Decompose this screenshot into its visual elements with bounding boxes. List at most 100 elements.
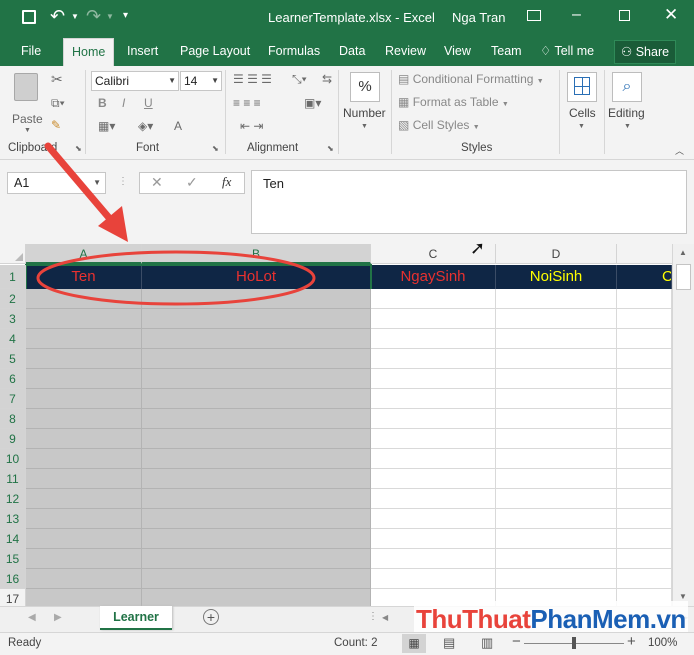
tab-view[interactable]: View — [444, 36, 471, 66]
grid-cell[interactable] — [496, 489, 617, 509]
column-header-d[interactable]: D — [496, 244, 617, 264]
cancel-icon[interactable]: ✕ — [151, 174, 163, 191]
grid-cell[interactable] — [496, 349, 617, 369]
copy-icon[interactable]: ⧉▾ — [51, 96, 65, 110]
grid-cell[interactable] — [142, 349, 371, 369]
grid-cell[interactable] — [617, 429, 672, 449]
row-header[interactable]: 3 — [0, 309, 26, 329]
tab-insert[interactable]: Insert — [127, 36, 158, 66]
insert-function-icon[interactable]: fx — [222, 174, 231, 190]
scroll-left-icon[interactable]: ◀ — [382, 613, 388, 622]
grid-cell[interactable] — [142, 329, 371, 349]
cells-button[interactable] — [567, 72, 597, 102]
grid-cell[interactable] — [142, 289, 371, 309]
redo-icon[interactable]: ↷ — [86, 6, 101, 27]
fill-color-icon[interactable]: ◈▾ — [138, 119, 153, 133]
grid-cell[interactable] — [142, 429, 371, 449]
grid-cell[interactable] — [26, 409, 142, 429]
share-button[interactable]: ⚇ Share — [614, 40, 677, 64]
grid-cell[interactable] — [496, 429, 617, 449]
cell-b1[interactable]: HoLot — [142, 265, 371, 289]
grid-cell[interactable] — [371, 549, 496, 569]
maximize-icon[interactable] — [619, 10, 630, 21]
vertical-scrollbar[interactable]: ▲ ▼ — [672, 244, 694, 606]
indent-icon[interactable]: ⇤ ⇥ — [240, 119, 263, 133]
grid-cell[interactable] — [142, 489, 371, 509]
grid-cell[interactable] — [496, 289, 617, 309]
grid-cell[interactable] — [26, 469, 142, 489]
grid-cell[interactable] — [371, 529, 496, 549]
grid-cell[interactable] — [26, 529, 142, 549]
column-header-b[interactable]: B — [142, 244, 371, 264]
grid-cell[interactable] — [496, 329, 617, 349]
grid-cell[interactable] — [617, 529, 672, 549]
editing-button[interactable]: ⌕ — [612, 72, 642, 102]
scroll-prev-sheet-icon[interactable]: ◀ — [28, 612, 36, 623]
tell-me-box[interactable]: ♢ Tell me — [540, 36, 594, 66]
zoom-in-icon[interactable]: + — [627, 633, 636, 650]
grid-cell[interactable] — [617, 409, 672, 429]
number-format-button[interactable]: % — [350, 72, 380, 102]
column-header-e[interactable] — [617, 244, 672, 264]
worksheet-grid[interactable]: A B C D Ten HoLot NgaySinh NoiSinh C ▲ ▼… — [0, 238, 694, 609]
grid-cell[interactable] — [371, 329, 496, 349]
grid-cell[interactable] — [371, 429, 496, 449]
zoom-slider-thumb[interactable] — [572, 637, 576, 649]
page-break-view-icon[interactable]: ▥ — [481, 635, 493, 651]
grid-cell[interactable] — [496, 369, 617, 389]
cell-a1[interactable]: Ten — [26, 265, 142, 289]
underline-icon[interactable]: U — [144, 96, 153, 110]
cell-d1[interactable]: NoiSinh — [496, 265, 617, 289]
collapse-ribbon-icon[interactable]: ︿ — [675, 144, 684, 157]
scroll-down-icon[interactable]: ▼ — [679, 592, 687, 601]
grid-cell[interactable] — [371, 409, 496, 429]
grid-cell[interactable] — [371, 569, 496, 589]
font-launcher-icon[interactable]: ⬊ — [212, 144, 219, 153]
grid-cell[interactable] — [496, 569, 617, 589]
grid-cell[interactable] — [142, 389, 371, 409]
align-top-icon[interactable]: ☰ ☰ ☰ — [233, 72, 272, 86]
grid-cell[interactable] — [617, 289, 672, 309]
grid-cell[interactable] — [26, 349, 142, 369]
grid-cell[interactable] — [371, 309, 496, 329]
grid-cell[interactable] — [617, 449, 672, 469]
row-header[interactable]: 14 — [0, 529, 26, 549]
scroll-next-sheet-icon[interactable]: ▶ — [54, 612, 62, 623]
enter-icon[interactable]: ✓ — [186, 174, 198, 191]
row-header[interactable]: 15 — [0, 549, 26, 569]
grid-cell[interactable] — [617, 509, 672, 529]
grid-cell[interactable] — [142, 529, 371, 549]
grid-cell[interactable] — [617, 309, 672, 329]
tab-page-layout[interactable]: Page Layout — [180, 36, 250, 66]
cell-c1[interactable]: NgaySinh — [371, 265, 496, 289]
row-header[interactable]: 2 — [0, 289, 26, 309]
undo-icon[interactable]: ↶ — [50, 6, 65, 27]
scroll-up-icon[interactable]: ▲ — [679, 248, 687, 257]
grid-cell[interactable] — [617, 329, 672, 349]
grid-cell[interactable] — [496, 449, 617, 469]
font-name-combo[interactable]: Calibri ▼ — [91, 71, 179, 91]
grid-cell[interactable] — [142, 449, 371, 469]
row-header[interactable]: 16 — [0, 569, 26, 589]
scroll-thumb[interactable] — [676, 264, 691, 290]
paste-button[interactable]: Paste ▼ — [8, 71, 46, 134]
close-icon[interactable]: ✕ — [664, 5, 678, 25]
row-header[interactable]: 7 — [0, 389, 26, 409]
add-sheet-icon[interactable]: + — [203, 609, 219, 625]
italic-icon[interactable]: I — [122, 96, 125, 110]
row-header[interactable]: 11 — [0, 469, 26, 489]
row-header[interactable]: 9 — [0, 429, 26, 449]
grid-cell[interactable] — [496, 389, 617, 409]
format-as-table-button[interactable]: ▦ Format as Table ▼ — [398, 95, 509, 109]
grid-cell[interactable] — [371, 389, 496, 409]
grid-cell[interactable] — [142, 369, 371, 389]
grid-cell[interactable] — [371, 369, 496, 389]
increase-font-icon[interactable]: B — [98, 96, 107, 110]
row-header[interactable]: 1 — [0, 265, 26, 289]
alignment-launcher-icon[interactable]: ⬊ — [327, 144, 334, 153]
grid-cell[interactable] — [371, 469, 496, 489]
grid-cell[interactable] — [371, 449, 496, 469]
grid-cell[interactable] — [26, 489, 142, 509]
grid-cell[interactable] — [26, 309, 142, 329]
grid-cell[interactable] — [26, 389, 142, 409]
